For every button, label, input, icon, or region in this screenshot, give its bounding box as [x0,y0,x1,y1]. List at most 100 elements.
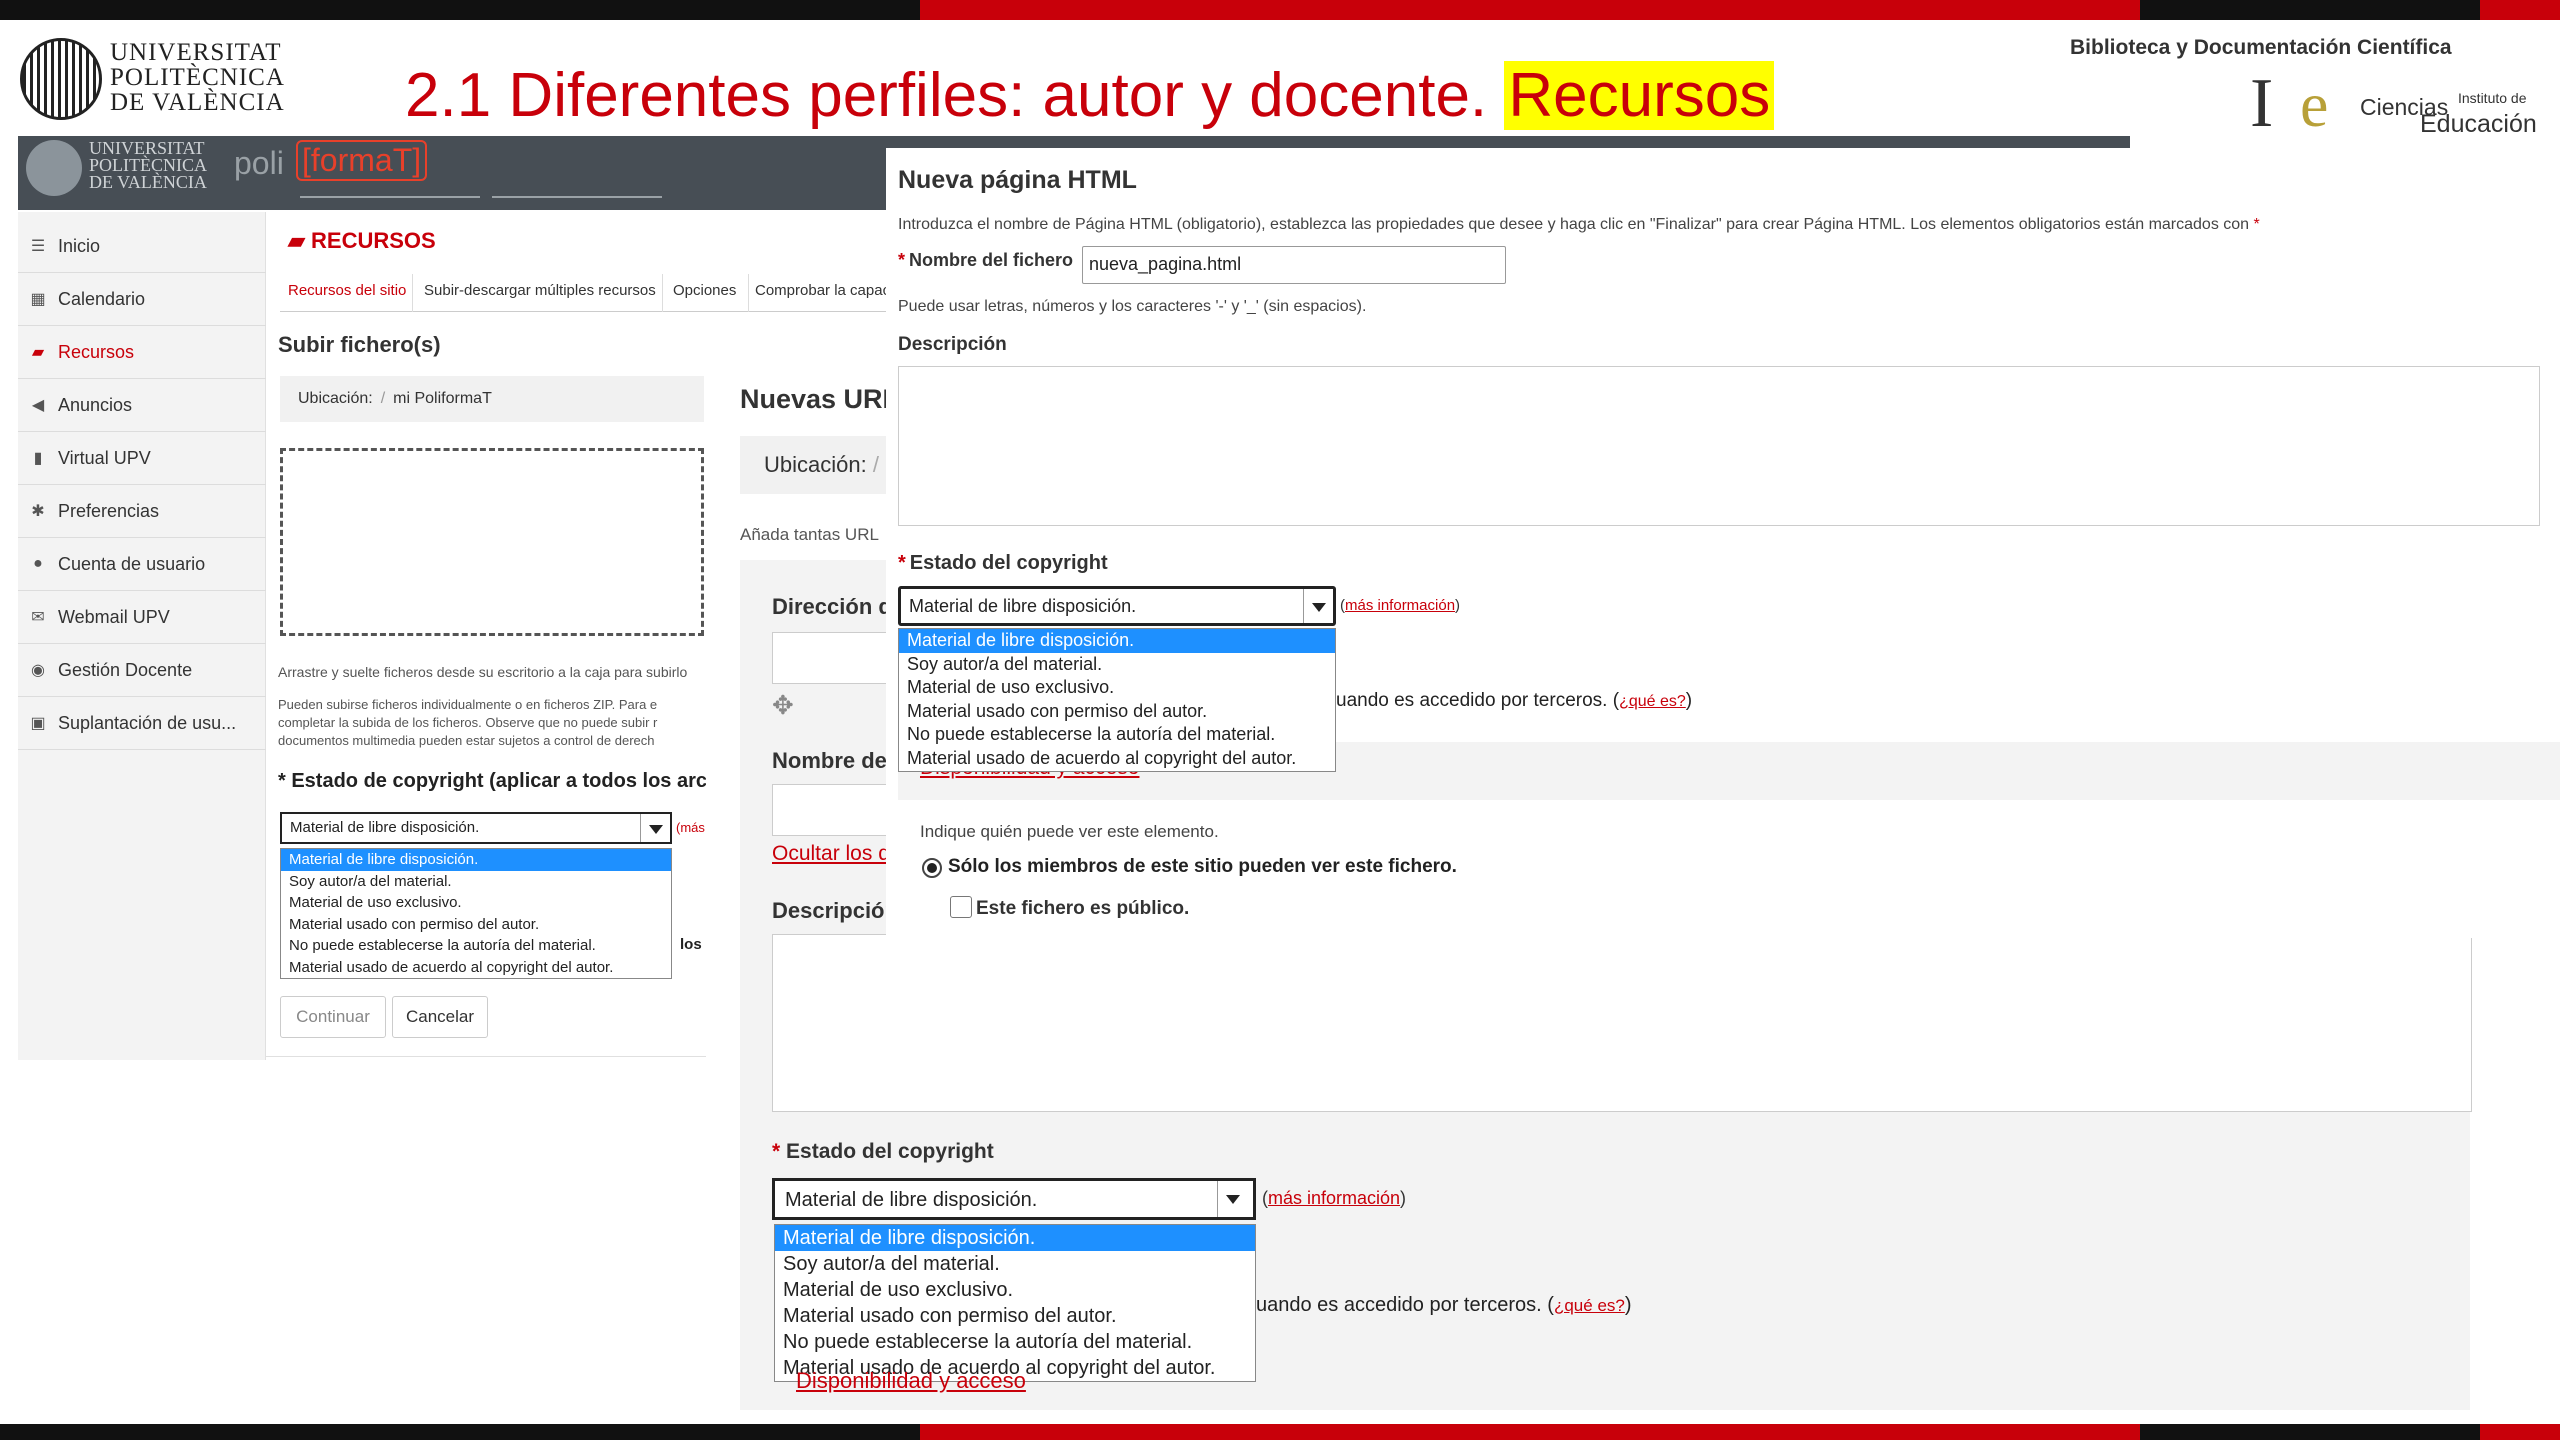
hint-line: documentos multimedia pueden estar sujet… [278,733,655,748]
sidebar-item-virtual-upv[interactable]: ▮ Virtual UPV [18,432,266,485]
descripcion-textarea[interactable] [898,366,2540,526]
option-libre[interactable]: Material de libre disposición. [775,1225,1255,1251]
terceros-text-url: uando es accedido por terceros. (¿qué es… [1256,1294,1632,1316]
mas-info-link[interactable]: más información [1345,597,1455,614]
header-nav-underline [300,196,480,198]
copyright-options-list-url: Material de libre disposición. Soy autor… [774,1224,1256,1382]
public-checkbox-label: Este fichero es público. [976,898,1190,919]
direccion-label: Dirección de [772,594,905,619]
mas-info-link[interactable]: más información [1268,1188,1400,1208]
logo-line: DE VALÈNCIA [89,172,207,192]
option-no-autoria[interactable]: No puede establecerse la autoría del mat… [775,1329,1255,1355]
section-title-text: RECURSOS [311,228,436,253]
members-only-label: Sólo los miembros de este sitio pueden v… [948,856,1457,877]
sidebar-item-anuncios[interactable]: ◀ Anuncios [18,379,266,432]
slide-title-highlight: Recursos [1504,61,1775,130]
top-bar-black [0,0,920,20]
option-permiso[interactable]: Material usado con permiso del autor. [899,700,1335,724]
tab-opciones[interactable]: Opciones [673,282,736,299]
file-drop-zone[interactable] [280,448,704,636]
direccion-input[interactable] [772,632,892,684]
sidebar-item-webmail-upv[interactable]: ✉ Webmail UPV [18,591,266,644]
sidebar-item-inicio[interactable]: ☰ Inicio [18,220,266,273]
option-no-autoria[interactable]: No puede establecerse la autoría del mat… [281,935,671,957]
ocultar-link[interactable]: Ocultar los d [772,842,890,866]
descripcion-textarea[interactable] [772,934,2472,1112]
upload-heading: Subir fichero(s) [278,332,441,357]
members-only-radio[interactable] [922,858,942,878]
sidebar-item-recursos[interactable]: ▰ Recursos [18,326,266,379]
bookmark-icon: ▮ [33,450,43,467]
gear-icon: ✱ [31,503,45,520]
option-exclusivo[interactable]: Material de uso exclusivo. [775,1277,1255,1303]
chevron-down-icon [1217,1181,1253,1217]
cancelar-button[interactable]: Cancelar [392,996,488,1038]
option-autor[interactable]: Soy autor/a del material. [899,653,1335,677]
copyright-select-url[interactable]: Material de libre disposición. [772,1178,1256,1220]
option-copyright-autor[interactable]: Material usado de acuerdo al copyright d… [899,747,1335,771]
nombre-fichero-input[interactable]: nueva_pagina.html [1082,246,1506,284]
breadcrumb-item[interactable]: mi PoliformaT [393,390,492,407]
logo-line: UNIVERSITAT [110,39,282,66]
option-libre[interactable]: Material de libre disposición. [899,629,1335,653]
option-exclusivo[interactable]: Material de uso exclusivo. [281,892,671,914]
tab-divider [412,274,413,312]
option-copyright-autor[interactable]: Material usado de acuerdo al copyright d… [281,957,671,979]
mas-info-link[interactable]: (más [676,820,705,835]
terceros-text: uando es accedido por terceros. (¿qué es… [1336,690,1693,711]
formaT-logo: [formaT] [296,140,428,181]
mas-info-html: (más información) [1340,597,1461,614]
sidebar-item-label: Recursos [58,341,135,362]
top-bar-red [920,0,2140,20]
option-autor[interactable]: Soy autor/a del material. [281,871,671,893]
bottom-bar-black-right [2140,1424,2480,1440]
ice-logo-educacion: Educación [2420,110,2537,138]
tab-divider [662,274,663,312]
bottom-bar-red [920,1424,2140,1440]
required-mark: * [898,552,906,574]
tab-subir-descargar[interactable]: Subir-descargar múltiples recursos [424,282,656,299]
tab-recursos-del-sitio[interactable]: Recursos del sitio [288,282,406,299]
tab-bar: Recursos del sitio Subir-descargar múlti… [280,274,900,312]
sidebar-item-label: Preferencias [58,500,160,521]
que-es-link[interactable]: ¿qué es? [1619,693,1686,710]
tab-comprobar[interactable]: Comprobar la capac [755,282,890,299]
terceros-text: uando es accedido por terceros. [1256,1294,1548,1316]
breadcrumb-label: Ubicación: [764,452,867,477]
option-permiso[interactable]: Material usado con permiso del autor. [775,1303,1255,1329]
option-libre[interactable]: Material de libre disposición. [281,849,671,871]
sidebar-item-label: Webmail UPV [58,606,170,627]
copyright-label: * Estado del copyright [772,1140,994,1164]
sidebar-item-label: Suplantación de usu... [58,712,237,733]
copyright-select[interactable]: Material de libre disposición. [280,812,672,844]
bottom-bar-red-right [2480,1424,2560,1440]
nombre-input[interactable] [772,784,892,836]
mas-info-url: (más información) [1262,1188,1407,1208]
sidebar-item-gestion-docente[interactable]: ◉ Gestión Docente [18,644,266,697]
disponibilidad-link-url[interactable]: Disponibilidad y acceso [796,1368,1026,1394]
hint-line: Pueden subirse ficheros individualmente … [278,697,658,712]
library-name: Biblioteca y Documentación Científica [2070,36,2452,59]
option-permiso[interactable]: Material usado con permiso del autor. [281,914,671,936]
copyright-select-html[interactable]: Material de libre disposición. [898,586,1336,626]
globe-icon: ◉ [31,662,45,679]
option-exclusivo[interactable]: Material de uso exclusivo. [899,676,1335,700]
drag-handle-icon[interactable]: ✥ [772,690,794,721]
copyright-label-text: Estado del copyright [786,1140,994,1163]
sidebar-item-cuenta-de-usuario[interactable]: ● Cuenta de usuario [18,538,266,591]
option-no-autoria[interactable]: No puede establecerse la autoría del mat… [899,723,1335,747]
breadcrumb-separator: / [872,452,879,477]
lock-icon: ▣ [30,715,46,732]
sidebar-item-preferencias[interactable]: ✱ Preferencias [18,485,266,538]
sidebar-item-suplantacion[interactable]: ▣ Suplantación de usu... [18,697,266,750]
sidebar-item-calendario[interactable]: ▦ Calendario [18,273,266,326]
public-checkbox[interactable] [950,896,972,918]
breadcrumb: Ubicación: / mi PoliformaT [280,376,704,422]
que-es-link[interactable]: ¿qué es? [1554,1296,1625,1315]
top-bar-red-right [2480,0,2560,20]
app-header-seal [26,140,82,196]
breadcrumb-label: Ubicación: [298,390,373,407]
option-autor[interactable]: Soy autor/a del material. [775,1251,1255,1277]
sidebar-item-label: Virtual UPV [58,447,151,468]
continuar-button[interactable]: Continuar [280,996,386,1038]
